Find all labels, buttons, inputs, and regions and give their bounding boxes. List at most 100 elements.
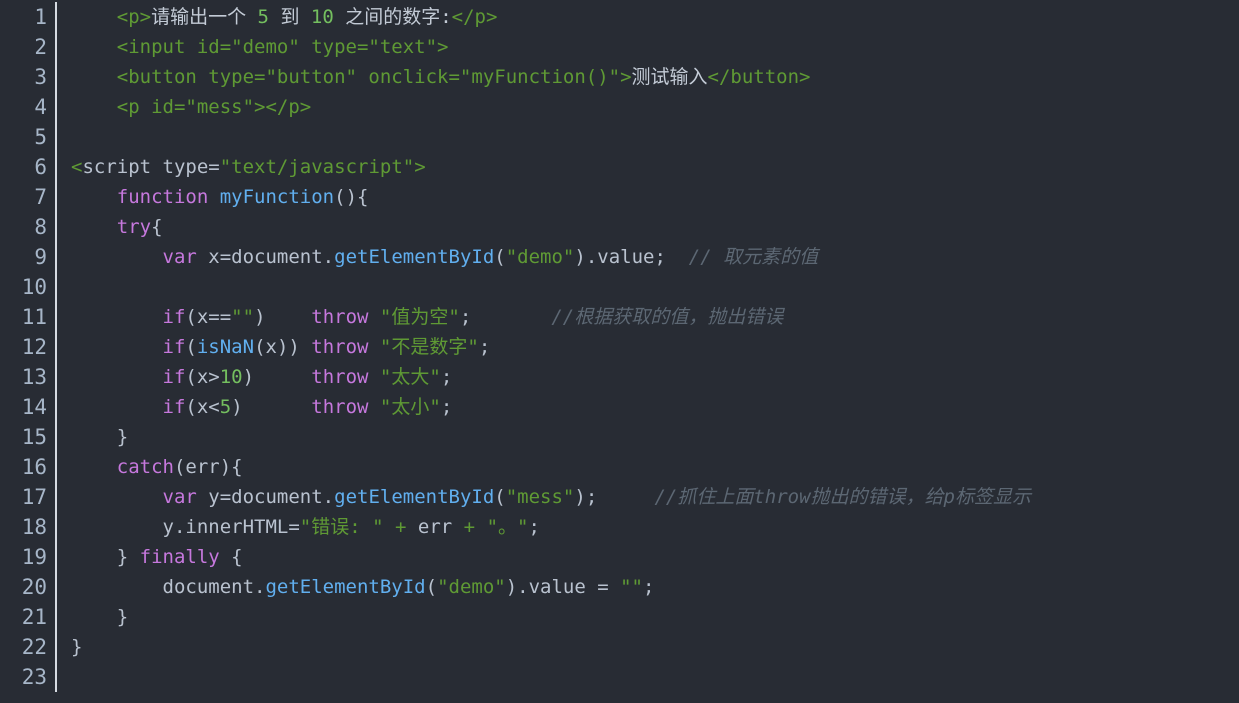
line-number: 5 [34,125,47,149]
line-number: 2 [34,35,47,59]
code-token: "demo" [437,576,506,598]
code-token: "" [620,576,643,598]
line-number: 8 [34,215,47,239]
line-number: 18 [21,515,47,539]
code-token: if [162,336,186,358]
code-token: 到 [269,6,311,28]
code-token: ( [494,486,506,508]
code-token: 10 [219,366,243,388]
code-token: 5 [219,396,232,418]
line-number: 7 [34,185,47,209]
code-line[interactable]: <p id="mess"></p> [71,92,1239,122]
code-line[interactable]: } [71,422,1239,452]
code-line[interactable]: } [71,632,1239,662]
line-number: 19 [21,545,47,569]
line-number: 15 [21,425,47,449]
code-token: throw [311,366,369,388]
code-line[interactable]: if(isNaN(x)) throw "不是数字"; [71,332,1239,362]
code-token: { [219,546,243,568]
code-token: var [162,246,197,268]
code-line[interactable] [71,122,1239,152]
code-token: "太小" [379,396,441,418]
code-token: ).value = [505,576,621,598]
code-token: //根据获取的值，抛出错误 [551,306,784,328]
code-token: </button> [707,66,811,88]
code-token: + [395,516,407,538]
code-token: getElementById [334,246,495,268]
code-line[interactable]: <p>请输出一个 5 到 10 之间的数字:</p> [71,2,1239,32]
code-line[interactable]: function myFunction(){ [71,182,1239,212]
code-token: "。" [486,516,529,538]
line-number: 11 [21,305,47,329]
code-token: > [414,156,426,178]
code-line[interactable]: try{ [71,212,1239,242]
line-number: 10 [21,275,47,299]
code-token: } [71,606,129,628]
code-token: if [162,396,186,418]
code-token: (x< [185,396,220,418]
code-editor[interactable]: 1 2 3 4 5 6 7 8 9 10 11 12 13 14 15 16 17 18 19 20 21 22 23 <p… [0,0,1239,703]
code-token: document. [71,576,266,598]
code-token: ; [440,396,453,418]
code-line[interactable]: catch(err){ [71,452,1239,482]
code-line[interactable] [71,662,1239,692]
code-token: (x)) [254,336,312,358]
code-token: ; [528,516,540,538]
line-number: 1 [34,5,47,29]
code-content-area[interactable]: <p>请输出一个 5 到 10 之间的数字:</p> <input id="de… [57,0,1239,692]
code-token: catch [116,456,174,478]
code-token: "太大" [379,366,441,388]
code-token: } [71,546,140,568]
code-token: err [406,516,464,538]
code-token: (err){ [173,456,243,478]
code-line[interactable]: <button type="button" onclick="myFunctio… [71,62,1239,92]
code-token: ( [425,576,438,598]
code-token: finally [139,546,220,568]
code-line[interactable]: y.innerHTML="错误: " + err + "。"; [71,512,1239,542]
code-token: ); [574,486,655,508]
code-line[interactable]: if(x=="") throw "值为空"; //根据获取的值，抛出错误 [71,302,1239,332]
code-token: type= [151,156,220,178]
line-number: 3 [34,65,47,89]
code-line[interactable] [71,272,1239,302]
code-token: getElementById [334,486,495,508]
code-token: try [116,216,152,238]
line-number: 14 [21,395,47,419]
code-line[interactable]: } finally { [71,542,1239,572]
code-token: function [116,186,209,208]
code-line[interactable]: var x=document.getElementById("demo").va… [71,242,1239,272]
line-number: 17 [21,485,47,509]
code-token: { [151,216,163,238]
code-token: "值为空" [379,306,460,328]
code-token: myFunction [219,186,335,208]
code-token: throw [311,396,369,418]
code-token: if [162,366,186,388]
code-line[interactable]: if(x<5) throw "太小"; [71,392,1239,422]
code-line[interactable]: <input id="demo" type="text"> [71,32,1239,62]
code-line[interactable]: } [71,602,1239,632]
line-number: 9 [34,245,47,269]
code-line[interactable]: <script type="text/javascript"> [71,152,1239,182]
code-token: x=document. [196,246,335,268]
code-line[interactable]: if(x>10) throw "太大"; [71,362,1239,392]
code-token: "" [231,306,255,328]
code-token: 5 [257,6,269,28]
line-number: 20 [21,575,47,599]
code-line[interactable]: var y=document.getElementById("mess"); /… [71,482,1239,512]
code-line[interactable]: document.getElementById("demo").value = … [71,572,1239,602]
code-token: 之间的数字: [333,6,452,28]
code-token: (x== [185,306,232,328]
line-number: 4 [34,95,47,119]
